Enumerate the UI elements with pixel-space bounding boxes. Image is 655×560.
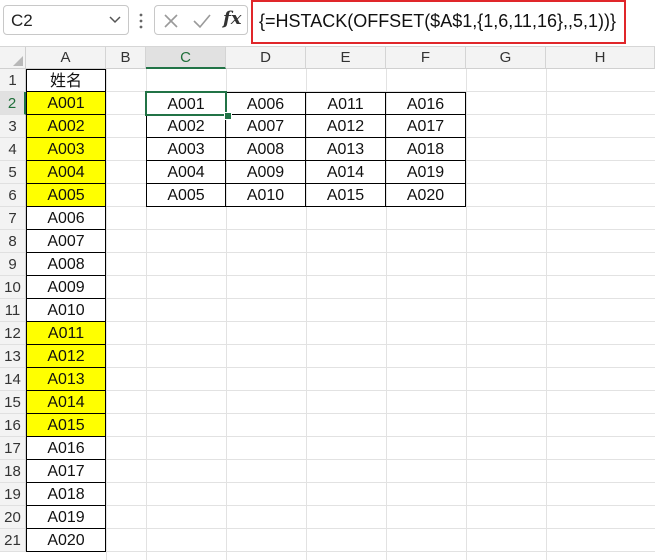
cell-a3[interactable]: A002 [26, 115, 106, 138]
column-header-e[interactable]: E [306, 47, 386, 69]
row-header-14[interactable]: 14 [0, 368, 26, 391]
cell-a17[interactable]: A016 [26, 437, 106, 460]
cell-a19[interactable]: A018 [26, 483, 106, 506]
result-cell-d3[interactable]: A007 [226, 115, 306, 138]
cell-a1-header[interactable]: 姓名 [26, 69, 106, 92]
row-header-17[interactable]: 17 [0, 437, 26, 460]
result-cell-e4[interactable]: A013 [306, 138, 386, 161]
cell-a9[interactable]: A008 [26, 253, 106, 276]
column-header-d[interactable]: D [226, 47, 306, 69]
result-cell-f6[interactable]: A020 [386, 184, 466, 207]
column-header-h[interactable]: H [546, 47, 655, 69]
column-header-c[interactable]: C [146, 47, 226, 69]
result-cell-f2[interactable]: A016 [386, 92, 466, 115]
row-header-7[interactable]: 7 [0, 207, 26, 230]
insert-function-icon[interactable]: fx [223, 8, 241, 29]
row-header-6[interactable]: 6 [0, 184, 26, 207]
result-cell-e6[interactable]: A015 [306, 184, 386, 207]
result-cell-d6[interactable]: A010 [226, 184, 306, 207]
cell-a8[interactable]: A007 [26, 230, 106, 253]
result-cell-f4[interactable]: A018 [386, 138, 466, 161]
fill-handle[interactable] [224, 112, 232, 120]
cell-a12[interactable]: A011 [26, 322, 106, 345]
result-cell-d5[interactable]: A009 [226, 161, 306, 184]
active-cell-border [145, 91, 227, 116]
cell-a15[interactable]: A014 [26, 391, 106, 414]
row-header-4[interactable]: 4 [0, 138, 26, 161]
column-header-a[interactable]: A [26, 47, 106, 69]
more-options-icon [139, 13, 143, 29]
row-header-18[interactable]: 18 [0, 460, 26, 483]
cell-a21[interactable]: A020 [26, 529, 106, 552]
row-header-12[interactable]: 12 [0, 322, 26, 345]
column-header-g[interactable]: G [466, 47, 546, 69]
cell-a5[interactable]: A004 [26, 161, 106, 184]
chevron-down-icon[interactable] [108, 12, 122, 26]
row-header-1[interactable]: 1 [0, 69, 26, 92]
result-cell-d2[interactable]: A006 [226, 92, 306, 115]
name-box[interactable]: C2 [3, 5, 129, 35]
cell-a11[interactable]: A010 [26, 299, 106, 322]
row-header-2[interactable]: 2 [0, 92, 26, 115]
result-cell-c3[interactable]: A002 [146, 115, 226, 138]
row-header-13[interactable]: 13 [0, 345, 26, 368]
cell-a18[interactable]: A017 [26, 460, 106, 483]
result-cell-e2[interactable]: A011 [306, 92, 386, 115]
cell-a7[interactable]: A006 [26, 207, 106, 230]
cell-a6[interactable]: A005 [26, 184, 106, 207]
formula-text: {=HSTACK(OFFSET($A$1,{1,6,11,16},,5,1))} [259, 11, 617, 31]
row-header-3[interactable]: 3 [0, 115, 26, 138]
row-header-8[interactable]: 8 [0, 230, 26, 253]
row-header-21[interactable]: 21 [0, 529, 26, 552]
result-cell-e5[interactable]: A014 [306, 161, 386, 184]
cell-a16[interactable]: A015 [26, 414, 106, 437]
result-cell-c4[interactable]: A003 [146, 138, 226, 161]
cell-a2[interactable]: A001 [26, 92, 106, 115]
cell-a14[interactable]: A013 [26, 368, 106, 391]
formula-input[interactable]: {=HSTACK(OFFSET($A$1,{1,6,11,16},,5,1))} [251, 0, 626, 44]
result-cell-c5[interactable]: A004 [146, 161, 226, 184]
row-header-16[interactable]: 16 [0, 414, 26, 437]
cancel-icon[interactable] [163, 13, 179, 29]
row-header-20[interactable]: 20 [0, 506, 26, 529]
result-cell-c6[interactable]: A005 [146, 184, 226, 207]
result-cell-f3[interactable]: A017 [386, 115, 466, 138]
row-header-10[interactable]: 10 [0, 276, 26, 299]
cell-a13[interactable]: A012 [26, 345, 106, 368]
formula-buttons: fx [154, 5, 248, 35]
row-header-15[interactable]: 15 [0, 391, 26, 414]
result-cell-e3[interactable]: A012 [306, 115, 386, 138]
cell-a20[interactable]: A019 [26, 506, 106, 529]
column-header-b[interactable]: B [106, 47, 146, 69]
result-cell-f5[interactable]: A019 [386, 161, 466, 184]
cell-a10[interactable]: A009 [26, 276, 106, 299]
column-header-f[interactable]: F [386, 47, 466, 69]
cell-a4[interactable]: A003 [26, 138, 106, 161]
result-cell-d4[interactable]: A008 [226, 138, 306, 161]
enter-check-icon[interactable] [193, 13, 211, 29]
formula-bar: C2 fx {=HSTACK(OFFSET($A$1,{1,6,11,16},,… [0, 0, 655, 46]
name-box-value: C2 [11, 11, 33, 30]
row-header-11[interactable]: 11 [0, 299, 26, 322]
row-header-5[interactable]: 5 [0, 161, 26, 184]
row-header-19[interactable]: 19 [0, 483, 26, 506]
select-all-button[interactable] [0, 47, 26, 69]
row-header-9[interactable]: 9 [0, 253, 26, 276]
